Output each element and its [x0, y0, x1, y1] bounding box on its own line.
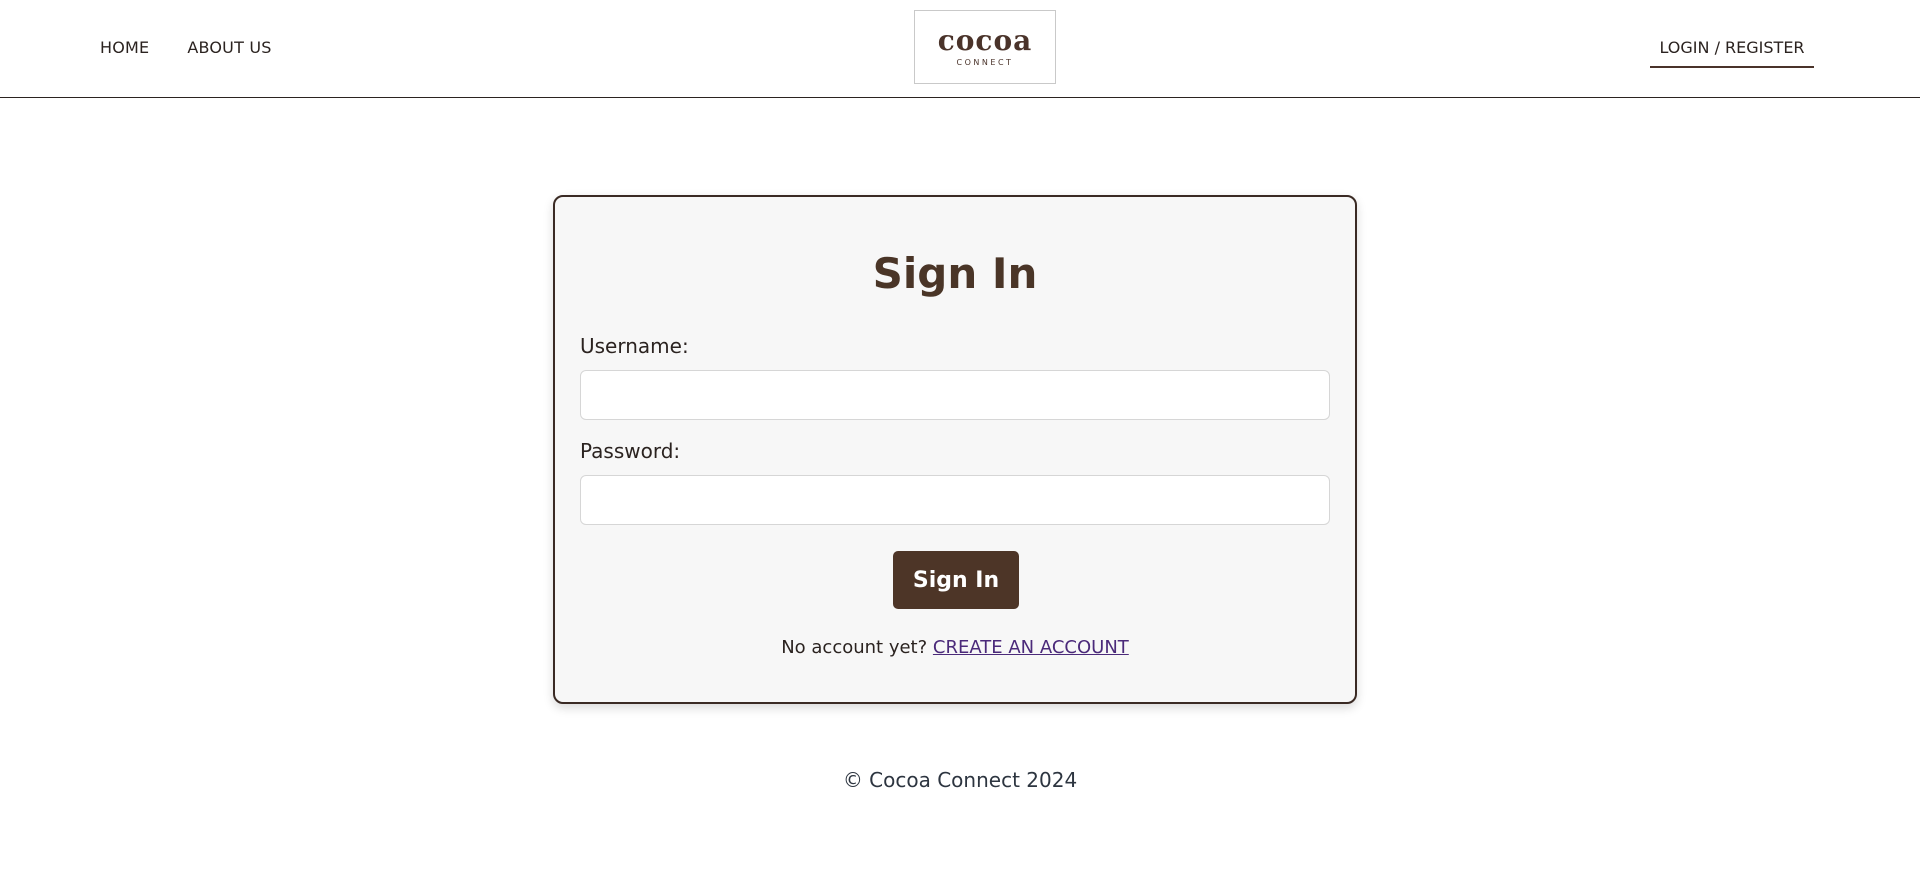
create-account-link[interactable]: CREATE AN ACCOUNT	[933, 637, 1129, 658]
signin-button[interactable]: Sign In	[893, 551, 1019, 609]
primary-nav: HOME ABOUT US	[100, 38, 272, 57]
signup-prompt: No account yet? CREATE AN ACCOUNT	[555, 637, 1355, 658]
username-input[interactable]	[580, 370, 1330, 420]
logo-wordmark: cocoa	[937, 24, 1033, 57]
login-register-link[interactable]: LOGIN / REGISTER	[1650, 38, 1814, 68]
nav-home-link[interactable]: HOME	[100, 38, 149, 57]
username-label: Username:	[580, 334, 689, 358]
password-input[interactable]	[580, 475, 1330, 525]
signin-card: Sign In Username: Password: Sign In No a…	[553, 195, 1357, 704]
nav-about-us-link[interactable]: ABOUT US	[187, 38, 271, 57]
site-footer: © Cocoa Connect 2024	[842, 768, 1078, 792]
signin-title: Sign In	[872, 249, 1038, 298]
no-account-text: No account yet?	[781, 637, 928, 658]
password-label: Password:	[580, 439, 681, 463]
logo-subtitle: CONNECT	[956, 58, 1014, 67]
site-header: HOME ABOUT US cocoa CONNECT LOGIN / REGI…	[0, 0, 1920, 98]
cocoa-connect-logo[interactable]: cocoa CONNECT	[914, 10, 1056, 84]
